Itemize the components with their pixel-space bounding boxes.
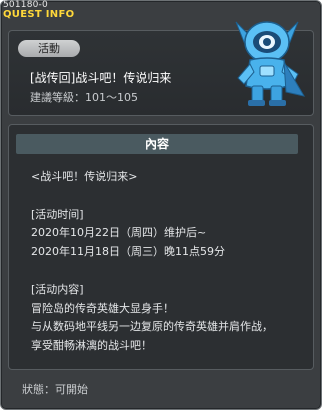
content-line (31, 187, 303, 206)
blue-robot-mascot-icon (235, 21, 306, 106)
content-line: [活动内容] (31, 282, 84, 296)
category-badge: 活動 (18, 40, 80, 57)
content-body: <战斗吧！传说归来> [活动时间] 2020年10月22日（周四）维护后~ 20… (31, 168, 303, 356)
content-line: 2020年10月22日（周四）维护后~ (31, 226, 207, 240)
content-line: 享受酣畅淋漓的战斗吧！ (31, 339, 152, 353)
content-line: 与从数码地平线另一边复原的传奇英雄并肩作战， (31, 320, 273, 334)
content-header: 內容 (16, 134, 298, 154)
content-line: 冒险岛的传奇英雄大显身手！ (31, 301, 174, 315)
quest-title: [战传回]战斗吧！传说归来 (30, 71, 172, 85)
level-requirement: 建議等級：101～105 (30, 91, 138, 104)
content-line: 2020年11月18日（周三）晚11点59分 (31, 245, 225, 259)
content-line: <战斗吧！传说归来> (31, 170, 138, 183)
window-title: QUEST INFO (3, 9, 75, 20)
quest-status: 狀態：可開始 (22, 383, 88, 396)
content-line: [活动时间] (31, 207, 84, 221)
content-line (31, 262, 303, 281)
